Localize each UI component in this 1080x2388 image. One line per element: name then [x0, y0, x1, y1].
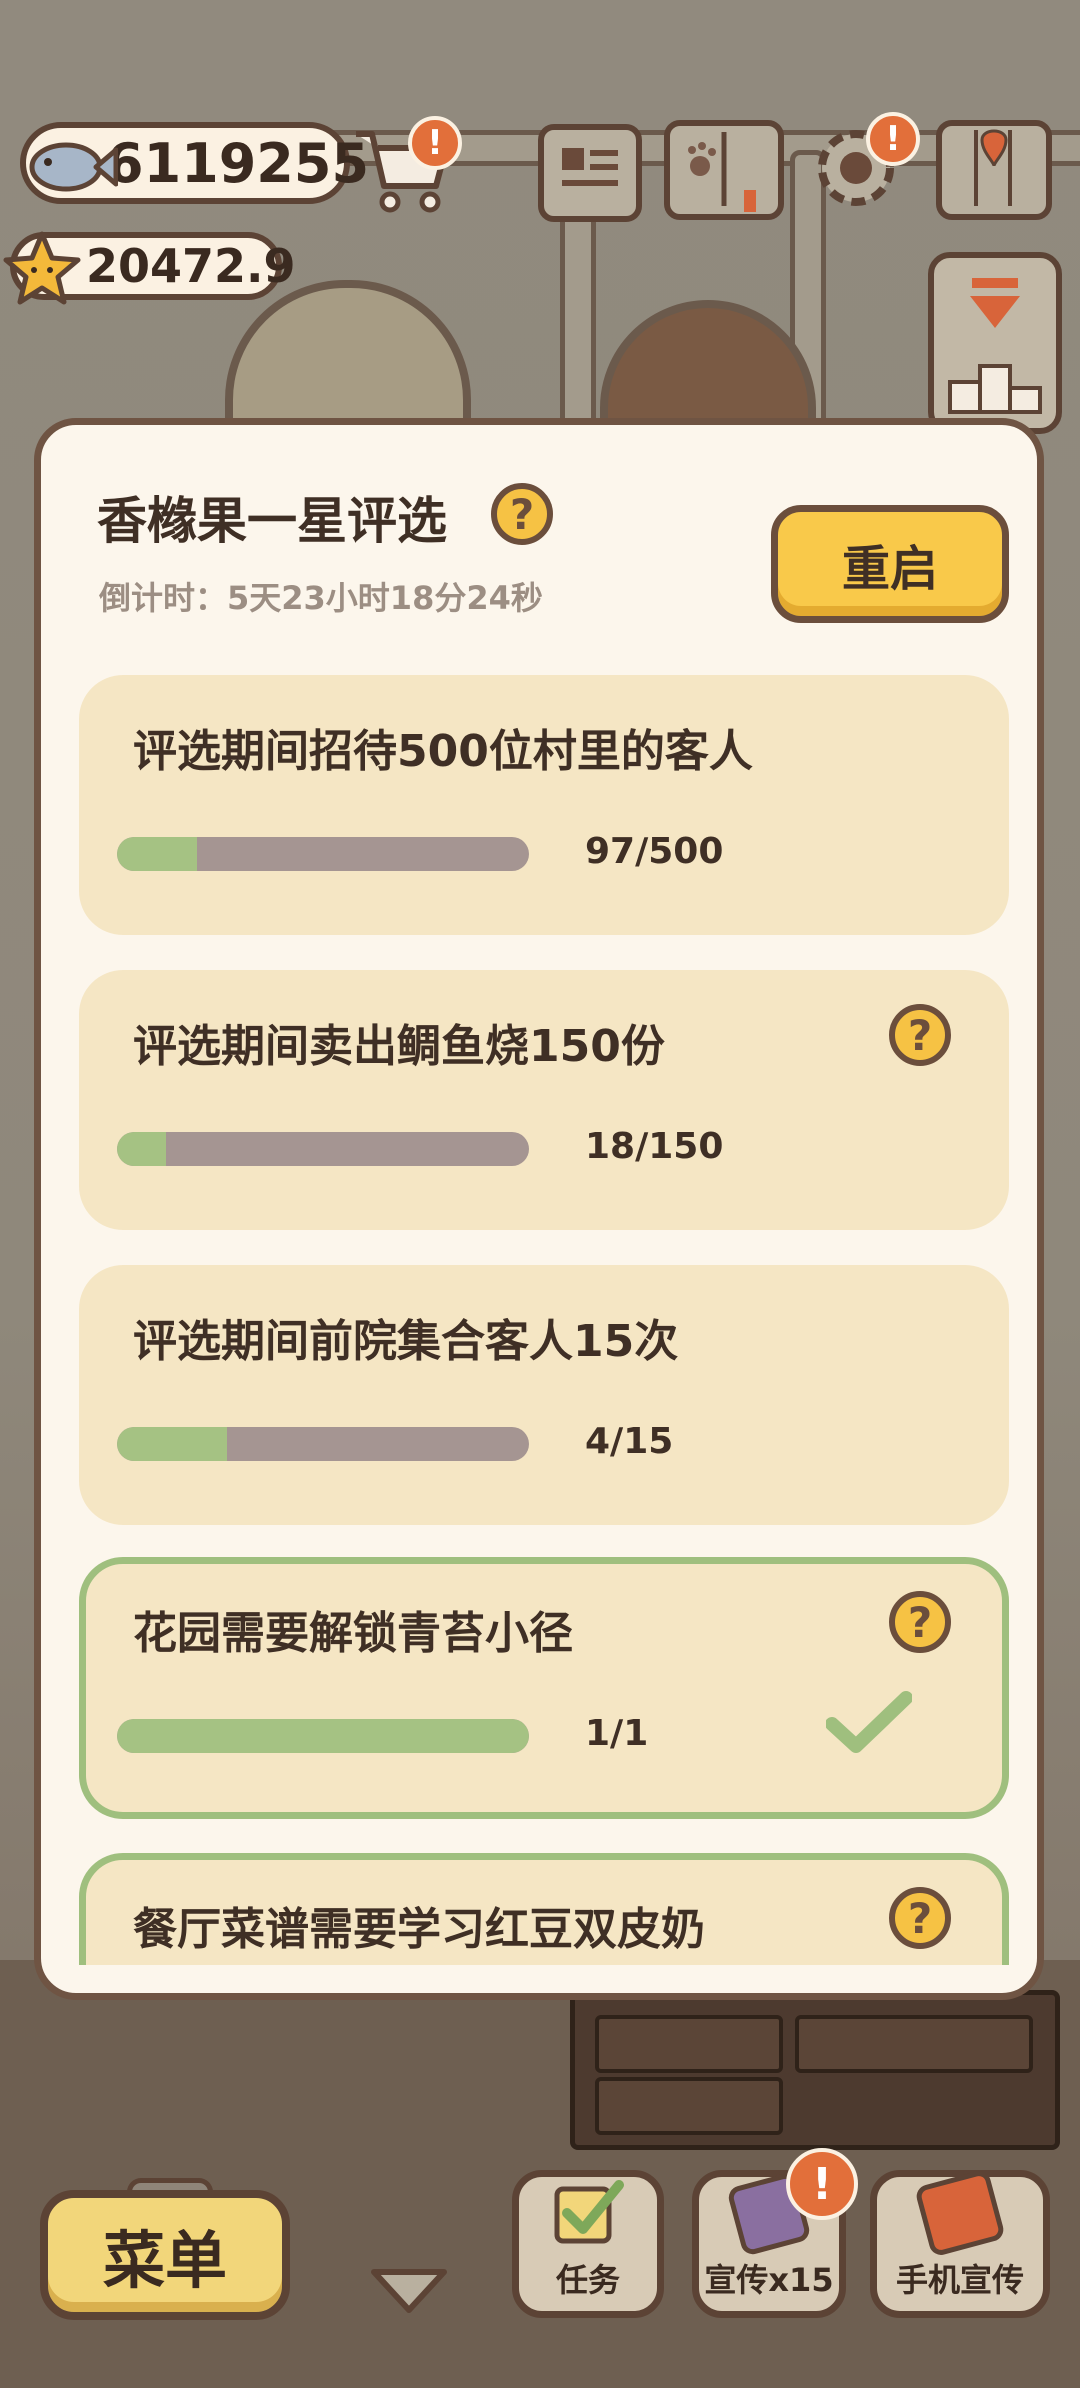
- map-pin-icon: [974, 129, 1012, 206]
- task-title: 评选期间招待500位村里的客人: [133, 726, 753, 777]
- drawer-cabinet: [570, 1990, 1060, 2150]
- cart-alert-badge: !: [408, 116, 462, 170]
- progress-bar: [117, 837, 529, 871]
- task-button-label: 任务: [555, 2261, 620, 2299]
- task-card: 评选期间招待500位村里的客人 97/500: [79, 675, 1009, 935]
- progress-bar: [117, 1427, 529, 1461]
- task-title: 花园需要解锁青苔小径: [133, 1608, 573, 1659]
- task-card: 评选期间卖出鲷鱼烧150份 ? 18/150: [79, 970, 1009, 1230]
- fish-count: 6119255: [106, 131, 370, 195]
- progress-bar: [117, 1719, 529, 1753]
- menu-button[interactable]: 菜单: [40, 2190, 290, 2320]
- ranking-button[interactable]: [928, 252, 1062, 434]
- task-title: 餐厅菜谱需要学习红豆双皮奶: [133, 1904, 705, 1955]
- task-title: 评选期间卖出鲷鱼烧150份: [133, 1021, 665, 1072]
- countdown-timer: 倒计时：5天23小时18分24秒: [99, 579, 543, 617]
- task-list[interactable]: 评选期间招待500位村里的客人 97/500 评选期间卖出鲷鱼烧150份 ? 1…: [79, 675, 1009, 1965]
- phone-promo-button[interactable]: 手机宣传: [870, 2168, 1050, 2318]
- progress-count: 18/150: [585, 1126, 724, 1167]
- progress-bar: [117, 1132, 529, 1166]
- task-button[interactable]: 任务: [512, 2170, 664, 2318]
- one-star-evaluation-dialog: 香橼果一星评选 ? 倒计时：5天23小时18分24秒 重启 评选期间招待500位…: [34, 418, 1044, 2000]
- fish-currency: 6119255: [20, 122, 369, 204]
- task-help-icon[interactable]: ?: [889, 1004, 951, 1066]
- dialog-title: 香橼果一星评选: [97, 492, 447, 550]
- phone-promo-button-label: 手机宣传: [895, 2261, 1024, 2299]
- collapse-arrow-icon: [948, 278, 1042, 414]
- progress-fill: [117, 1427, 227, 1461]
- cookbook-button[interactable]: [664, 120, 784, 220]
- star-currency: 20472.9: [3, 231, 296, 305]
- restart-button[interactable]: 重启: [771, 505, 1009, 623]
- promo-alert-badge: !: [786, 2148, 858, 2220]
- fish-icon: [29, 142, 118, 192]
- task-card: 评选期间前院集合客人15次 4/15: [79, 1265, 1009, 1525]
- phone-icon: [913, 2168, 1007, 2258]
- title-help-icon[interactable]: ?: [491, 483, 553, 545]
- newspaper-icon: [562, 148, 618, 186]
- task-card-completed: 餐厅菜谱需要学习红豆双皮奶 ?: [79, 1853, 1009, 1965]
- settings-alert-badge: !: [866, 112, 920, 166]
- chevron-down-icon[interactable]: [366, 2264, 452, 2316]
- star-icon: [3, 231, 81, 305]
- progress-count: 97/500: [585, 831, 724, 872]
- progress-fill: [117, 837, 197, 871]
- progress-count: 4/15: [585, 1421, 674, 1462]
- news-button[interactable]: [538, 124, 642, 222]
- checkbox-icon: [554, 2180, 624, 2244]
- progress-fill: [117, 1132, 167, 1166]
- progress-count: 1/1: [585, 1713, 649, 1754]
- podium-icon: [948, 364, 1042, 414]
- check-icon: [826, 1691, 912, 1753]
- task-help-icon[interactable]: ?: [889, 1591, 951, 1653]
- star-count: 20472.9: [86, 239, 296, 293]
- promo-button-label: 宣传x15: [704, 2261, 834, 2299]
- task-card-completed: 花园需要解锁青苔小径 ? 1/1: [79, 1557, 1009, 1819]
- book-paw-icon: [688, 132, 756, 212]
- task-title: 评选期间前院集合客人15次: [133, 1316, 679, 1367]
- task-help-icon[interactable]: ?: [889, 1887, 951, 1949]
- progress-fill: [117, 1719, 529, 1753]
- map-button[interactable]: [936, 120, 1052, 220]
